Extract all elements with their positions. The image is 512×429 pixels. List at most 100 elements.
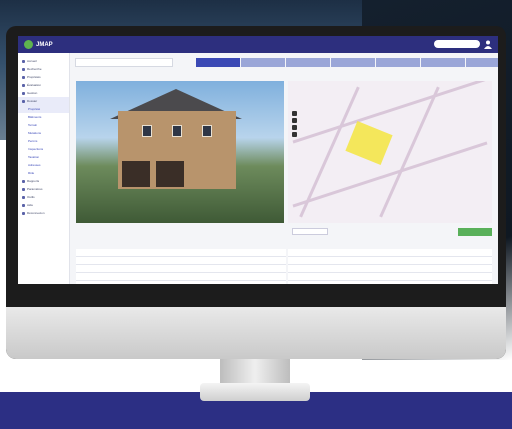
tab[interactable]	[196, 58, 240, 67]
search-input[interactable]	[434, 40, 480, 48]
garage-door	[156, 161, 184, 187]
sidebar-item-label: Propriétés	[27, 75, 41, 79]
sidebar-item-label: Taxation	[28, 155, 40, 159]
monitor-base	[200, 383, 310, 401]
selected-parcel[interactable]	[345, 121, 393, 165]
house-window	[142, 125, 152, 137]
sidebar-item[interactable]: Rapports	[18, 177, 69, 185]
map-action-button[interactable]	[458, 227, 492, 236]
table-row	[288, 249, 492, 257]
zoom-in-icon[interactable]	[292, 111, 297, 116]
sidebar-item-label: Bâtiments	[28, 115, 42, 119]
sidebar-item-label: Rapports	[27, 179, 40, 183]
measure-icon[interactable]	[292, 132, 297, 137]
user-icon[interactable]	[484, 40, 492, 49]
sidebar-item[interactable]: Permis	[18, 137, 69, 145]
sidebar-item-label: Permis	[28, 139, 38, 143]
tab[interactable]	[376, 58, 420, 67]
sidebar-item[interactable]: Accueil	[18, 57, 69, 65]
sidebar-item[interactable]: Adresses	[18, 161, 69, 169]
tab[interactable]	[466, 58, 498, 67]
sidebar-item-label: Outils	[27, 195, 35, 199]
table-row	[76, 257, 286, 265]
monitor-chin	[6, 307, 506, 359]
sidebar-item[interactable]: Aide	[18, 201, 69, 209]
table-row	[288, 265, 492, 273]
table-row	[76, 273, 286, 281]
sidebar-item[interactable]: Terrain	[18, 121, 69, 129]
tab[interactable]	[421, 58, 465, 67]
sidebar-item-icon	[22, 187, 25, 191]
sidebar-item-icon	[22, 59, 25, 63]
sidebar-item[interactable]: Évaluation	[18, 81, 69, 89]
sidebar-item[interactable]: Dossier	[18, 97, 69, 105]
map-road	[379, 86, 440, 218]
tab-bar	[196, 58, 498, 67]
address-select[interactable]	[75, 58, 173, 67]
sidebar-item[interactable]: Propriétés	[18, 73, 69, 81]
sidebar-item[interactable]: Mutations	[18, 129, 69, 137]
logo-icon	[24, 40, 33, 49]
sidebar-item-label: Dossier	[27, 99, 38, 103]
sidebar-item-label: Recherche	[27, 67, 42, 71]
sidebar-item-label: Mutations	[28, 131, 42, 135]
sidebar-item-label: Terrain	[28, 123, 38, 127]
parcel-map[interactable]	[288, 81, 492, 223]
sidebar-item-label: Propriété	[28, 107, 41, 111]
sidebar-item-label: Inspections	[28, 147, 44, 151]
sidebar-item-icon	[22, 203, 25, 207]
map-layer-select[interactable]	[292, 228, 328, 235]
tab[interactable]	[241, 58, 285, 67]
sidebar-item-label: Rôle	[28, 171, 35, 175]
sidebar-item[interactable]: Recherche	[18, 65, 69, 73]
tab[interactable]	[331, 58, 375, 67]
house-window	[172, 125, 182, 137]
sidebar-item-label: Paramètres	[27, 187, 43, 191]
table-row	[288, 273, 492, 281]
pan-icon[interactable]	[292, 125, 297, 130]
sidebar-item[interactable]: Déconnexion	[18, 209, 69, 217]
sidebar-item-icon	[22, 99, 25, 103]
sidebar-item[interactable]: Inspections	[18, 145, 69, 153]
monitor-stand	[220, 359, 290, 385]
map-toolbar	[292, 111, 298, 141]
sidebar-item-label: Accueil	[27, 59, 37, 63]
sidebar-item-label: Évaluation	[27, 83, 42, 87]
brand-name: JMAP	[36, 41, 53, 48]
table-row	[288, 257, 492, 265]
sidebar-item-icon	[22, 211, 25, 215]
table-row	[76, 265, 286, 273]
tab[interactable]	[286, 58, 330, 67]
sidebar-item-label: Aide	[27, 203, 34, 207]
sidebar-item-label: Adresses	[28, 163, 41, 167]
property-photo	[76, 81, 284, 223]
sidebar-item-icon	[22, 91, 25, 95]
sidebar-item-icon	[22, 67, 25, 71]
table-row	[76, 249, 286, 257]
sidebar-item-label: Déconnexion	[27, 211, 45, 215]
house-window	[202, 125, 212, 137]
map-controls	[288, 227, 492, 236]
topbar: JMAP	[18, 36, 498, 53]
table-row	[288, 281, 492, 284]
sidebar-item[interactable]: Bâtiments	[18, 113, 69, 121]
sidebar-item[interactable]: Rôle	[18, 169, 69, 177]
sidebar-item-icon	[22, 195, 25, 199]
sidebar-item-icon	[22, 83, 25, 87]
detail-table-right	[288, 249, 492, 284]
garage-door	[122, 161, 150, 187]
table-row	[76, 281, 286, 284]
sidebar-item[interactable]: Taxation	[18, 153, 69, 161]
sidebar-item[interactable]: Propriété	[18, 105, 69, 113]
sidebar-item[interactable]: Outils	[18, 193, 69, 201]
sidebar-item-label: Gestion	[27, 91, 38, 95]
sidebar-item-icon	[22, 179, 25, 183]
sidebar: Accueil Recherche Propriétés Évaluation Gest…	[18, 53, 70, 284]
sidebar-item[interactable]: Paramètres	[18, 185, 69, 193]
detail-table-left	[76, 249, 286, 284]
sidebar-item[interactable]: Gestion	[18, 89, 69, 97]
zoom-out-icon[interactable]	[292, 118, 297, 123]
main-content	[70, 53, 498, 284]
screen: JMAP Accueil Recherche Propriétés Évaluatio…	[18, 36, 498, 284]
sidebar-item-icon	[22, 75, 25, 79]
